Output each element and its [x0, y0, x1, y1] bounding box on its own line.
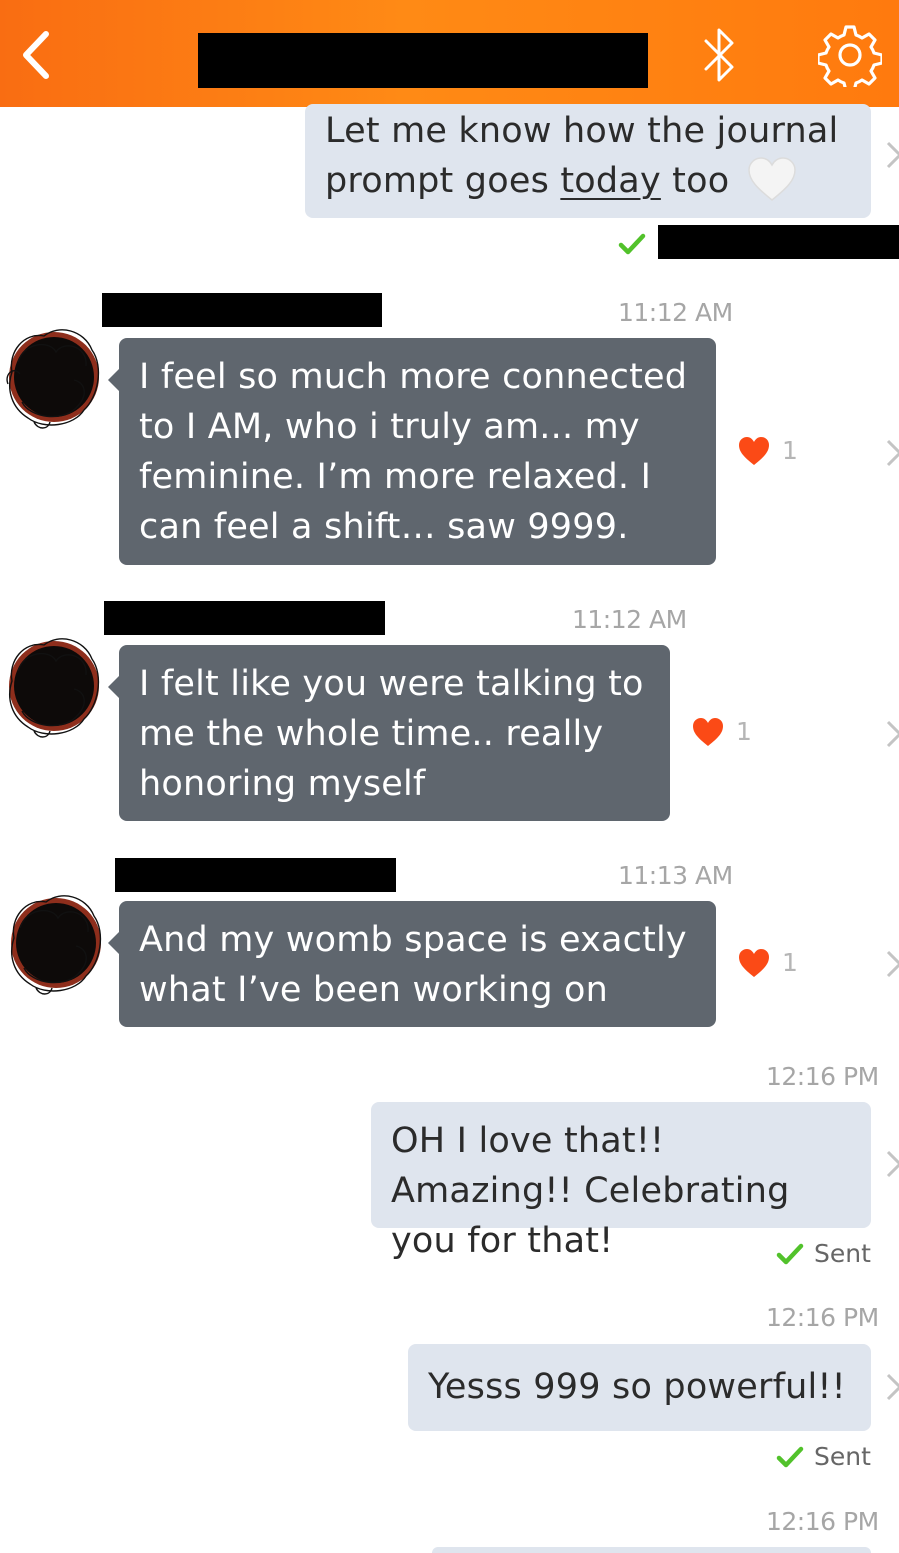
message-text: Let me know how the journal — [325, 111, 839, 151]
white-heart-icon — [747, 157, 796, 201]
like-count: 1 — [782, 948, 798, 977]
heart-icon — [739, 949, 769, 977]
avatar[interactable] — [6, 888, 102, 998]
heart-icon — [693, 718, 723, 746]
like-count: 1 — [736, 717, 752, 746]
check-icon — [776, 1243, 804, 1265]
chevron-left-icon[interactable] — [18, 30, 54, 80]
contact-name-redacted — [198, 33, 648, 88]
message-timestamp: 12:16 PM — [766, 1507, 879, 1536]
delivery-status: Sent — [776, 1239, 876, 1269]
message-text: I felt like you were talking to me the w… — [139, 664, 644, 804]
gear-icon[interactable] — [818, 23, 882, 87]
chevron-right-icon[interactable] — [886, 949, 899, 979]
message-timestamp: 11:12 AM — [618, 298, 733, 327]
message-text: Yesss 999 so powerful!! — [428, 1367, 846, 1407]
chevron-right-icon[interactable] — [886, 1372, 899, 1402]
message-timestamp: 12:16 PM — [766, 1062, 879, 1091]
chevron-right-icon[interactable] — [886, 719, 899, 749]
avatar[interactable] — [4, 322, 100, 432]
delivery-status: Sent — [776, 1442, 876, 1472]
status-label: Sent — [814, 1442, 871, 1471]
check-icon — [618, 233, 646, 255]
chevron-right-icon[interactable] — [886, 438, 899, 468]
bluetooth-icon[interactable] — [700, 25, 740, 85]
message-bubble-incoming[interactable]: And my womb space is exactly what I’ve b… — [108, 901, 716, 1027]
message-timestamp: 11:12 AM — [572, 605, 687, 634]
status-label: Sent — [814, 1239, 871, 1268]
status-redacted — [658, 225, 899, 259]
check-icon — [776, 1446, 804, 1468]
message-bubble-incoming[interactable]: I feel so much more connected to I AM, w… — [108, 338, 716, 565]
message-timestamp: 11:13 AM — [618, 861, 733, 890]
sender-name-redacted — [104, 601, 385, 635]
sender-name-redacted — [102, 293, 382, 327]
sender-name-redacted — [115, 858, 396, 892]
like-indicator[interactable]: 1 — [738, 436, 798, 466]
avatar[interactable] — [4, 631, 100, 741]
like-indicator[interactable]: 1 — [738, 948, 798, 978]
top-bar — [0, 0, 899, 107]
message-bubble-outgoing[interactable]: Yesss 999 so powerful!! — [408, 1344, 871, 1431]
message-bubble-outgoing[interactable]: Let me know how the journal prompt goes … — [305, 104, 871, 218]
message-bubble-outgoing[interactable] — [432, 1547, 871, 1553]
chevron-right-icon[interactable] — [886, 1149, 899, 1179]
message-text: And my womb space is exactly what I’ve b… — [139, 920, 687, 1010]
like-count: 1 — [782, 436, 798, 465]
message-text: prompt goes today too — [325, 156, 871, 206]
message-bubble-outgoing[interactable]: OH I love that!! Amazing!! Celebrating y… — [371, 1102, 871, 1261]
like-indicator[interactable]: 1 — [692, 717, 752, 747]
message-text: I feel so much more connected to I AM, w… — [139, 357, 688, 547]
message-bubble-incoming[interactable]: I felt like you were talking to me the w… — [108, 645, 670, 821]
message-timestamp: 12:16 PM — [766, 1303, 879, 1332]
chevron-right-icon[interactable] — [886, 140, 899, 170]
heart-icon — [739, 437, 769, 465]
